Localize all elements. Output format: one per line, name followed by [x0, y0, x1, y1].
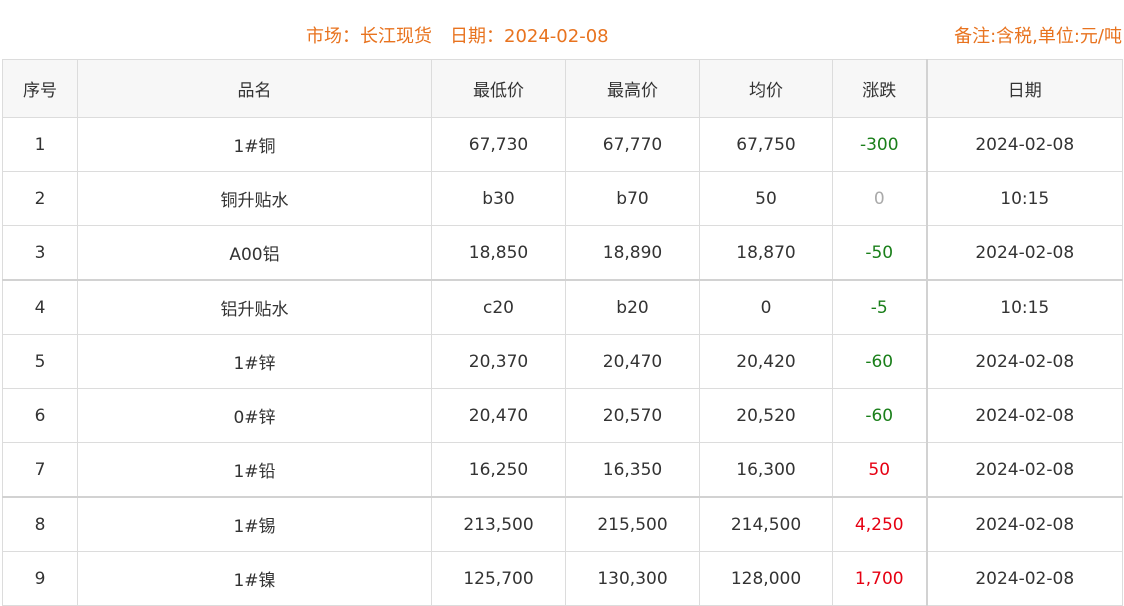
- cell-high-price: 20,470: [565, 334, 700, 389]
- table-body: 1 1#铜 67,730 67,770 67,750 -300 2024-02-08 2 铜升贴…: [2, 117, 1123, 606]
- cell-avg-price: 16,300: [699, 442, 833, 498]
- cell-name: 1#镍: [77, 551, 432, 606]
- cell-avg-price: 50: [699, 171, 833, 226]
- cell-no: 6: [2, 388, 78, 443]
- cell-date: 2024-02-08: [925, 496, 1123, 552]
- column-header-change: 涨跌: [832, 59, 927, 118]
- cell-name: 1#锡: [77, 496, 432, 552]
- cell-change: 4,250: [832, 496, 927, 552]
- cell-date: 2024-02-08: [925, 388, 1123, 443]
- table-row: 9 1#镍 125,700 130,300 128,000 1,700 2024-02-08: [2, 551, 1123, 606]
- cell-high-price: b70: [565, 171, 700, 226]
- cell-high-price: b20: [565, 279, 700, 335]
- cell-avg-price: 0: [699, 279, 833, 335]
- cell-no: 7: [2, 442, 78, 498]
- cell-no: 4: [2, 279, 78, 335]
- cell-change: -50: [832, 225, 927, 281]
- cell-no: 8: [2, 496, 78, 552]
- cell-no: 9: [2, 551, 78, 606]
- cell-high-price: 130,300: [565, 551, 700, 606]
- cell-low-price: c20: [431, 279, 566, 335]
- table-row: 6 0#锌 20,470 20,570 20,520 -60 2024-02-08: [2, 388, 1123, 443]
- cell-low-price: 213,500: [431, 496, 566, 552]
- page-header: 市场：长江现货 日期：2024-02-08 备注:含税,单位:元/吨: [0, 0, 1124, 60]
- cell-name: A00铝: [77, 225, 432, 281]
- column-header-low: 最低价: [431, 59, 566, 118]
- cell-low-price: 67,730: [431, 117, 566, 172]
- cell-name: 铝升贴水: [77, 279, 432, 335]
- cell-name: 0#锌: [77, 388, 432, 443]
- cell-high-price: 16,350: [565, 442, 700, 498]
- cell-date: 10:15: [925, 171, 1123, 226]
- cell-change: 0: [832, 171, 927, 226]
- cell-date: 2024-02-08: [925, 225, 1123, 281]
- cell-change: -300: [832, 117, 927, 172]
- cell-high-price: 215,500: [565, 496, 700, 552]
- column-header-no: 序号: [2, 59, 78, 118]
- cell-date: 2024-02-08: [925, 334, 1123, 389]
- cell-date: 10:15: [925, 279, 1123, 335]
- table-row: 5 1#锌 20,370 20,470 20,420 -60 2024-02-08: [2, 334, 1123, 389]
- date-label: 日期：: [450, 26, 504, 47]
- market-label: 市场：: [306, 26, 360, 47]
- cell-change: 50: [832, 442, 927, 498]
- cell-change: -5: [832, 279, 927, 335]
- cell-avg-price: 214,500: [699, 496, 833, 552]
- table-row: 4 铝升贴水 c20 b20 0 -5 10:15: [2, 279, 1123, 335]
- market-info: 市场：长江现货 日期：2024-02-08: [306, 22, 609, 48]
- cell-no: 2: [2, 171, 78, 226]
- cell-high-price: 18,890: [565, 225, 700, 281]
- date-value: 2024-02-08: [504, 26, 609, 47]
- table-row: 2 铜升贴水 b30 b70 50 0 10:15: [2, 171, 1123, 226]
- table-row: 7 1#铅 16,250 16,350 16,300 50 2024-02-08: [2, 442, 1123, 498]
- cell-high-price: 67,770: [565, 117, 700, 172]
- cell-avg-price: 18,870: [699, 225, 833, 281]
- column-header-high: 最高价: [565, 59, 700, 118]
- cell-low-price: 18,850: [431, 225, 566, 281]
- cell-date: 2024-02-08: [925, 442, 1123, 498]
- cell-date: 2024-02-08: [925, 117, 1123, 172]
- cell-avg-price: 20,420: [699, 334, 833, 389]
- unit-note: 备注:含税,单位:元/吨: [954, 26, 1122, 47]
- price-table: 序号 品名 最低价 最高价 均价 涨跌 日期 1 1#铜 67,730 67,770 6…: [2, 59, 1123, 606]
- market-value: 长江现货: [360, 26, 432, 47]
- cell-low-price: 16,250: [431, 442, 566, 498]
- cell-high-price: 20,570: [565, 388, 700, 443]
- cell-name: 1#锌: [77, 334, 432, 389]
- cell-low-price: 20,470: [431, 388, 566, 443]
- cell-avg-price: 20,520: [699, 388, 833, 443]
- cell-name: 铜升贴水: [77, 171, 432, 226]
- cell-low-price: 20,370: [431, 334, 566, 389]
- cell-low-price: b30: [431, 171, 566, 226]
- table-row: 3 A00铝 18,850 18,890 18,870 -50 2024-02-08: [2, 225, 1123, 281]
- cell-change: -60: [832, 388, 927, 443]
- column-header-date: 日期: [925, 59, 1123, 118]
- cell-change: 1,700: [832, 551, 927, 606]
- cell-no: 3: [2, 225, 78, 281]
- cell-change: -60: [832, 334, 927, 389]
- cell-avg-price: 128,000: [699, 551, 833, 606]
- cell-no: 5: [2, 334, 78, 389]
- cell-date: 2024-02-08: [925, 551, 1123, 606]
- table-header-row: 序号 品名 最低价 最高价 均价 涨跌 日期: [2, 59, 1123, 118]
- cell-name: 1#铜: [77, 117, 432, 172]
- column-header-name: 品名: [77, 59, 432, 118]
- cell-avg-price: 67,750: [699, 117, 833, 172]
- table-row: 8 1#锡 213,500 215,500 214,500 4,250 2024-02-08: [2, 496, 1123, 552]
- cell-name: 1#铅: [77, 442, 432, 498]
- column-header-avg: 均价: [699, 59, 833, 118]
- table-row: 1 1#铜 67,730 67,770 67,750 -300 2024-02-08: [2, 117, 1123, 172]
- cell-no: 1: [2, 117, 78, 172]
- cell-low-price: 125,700: [431, 551, 566, 606]
